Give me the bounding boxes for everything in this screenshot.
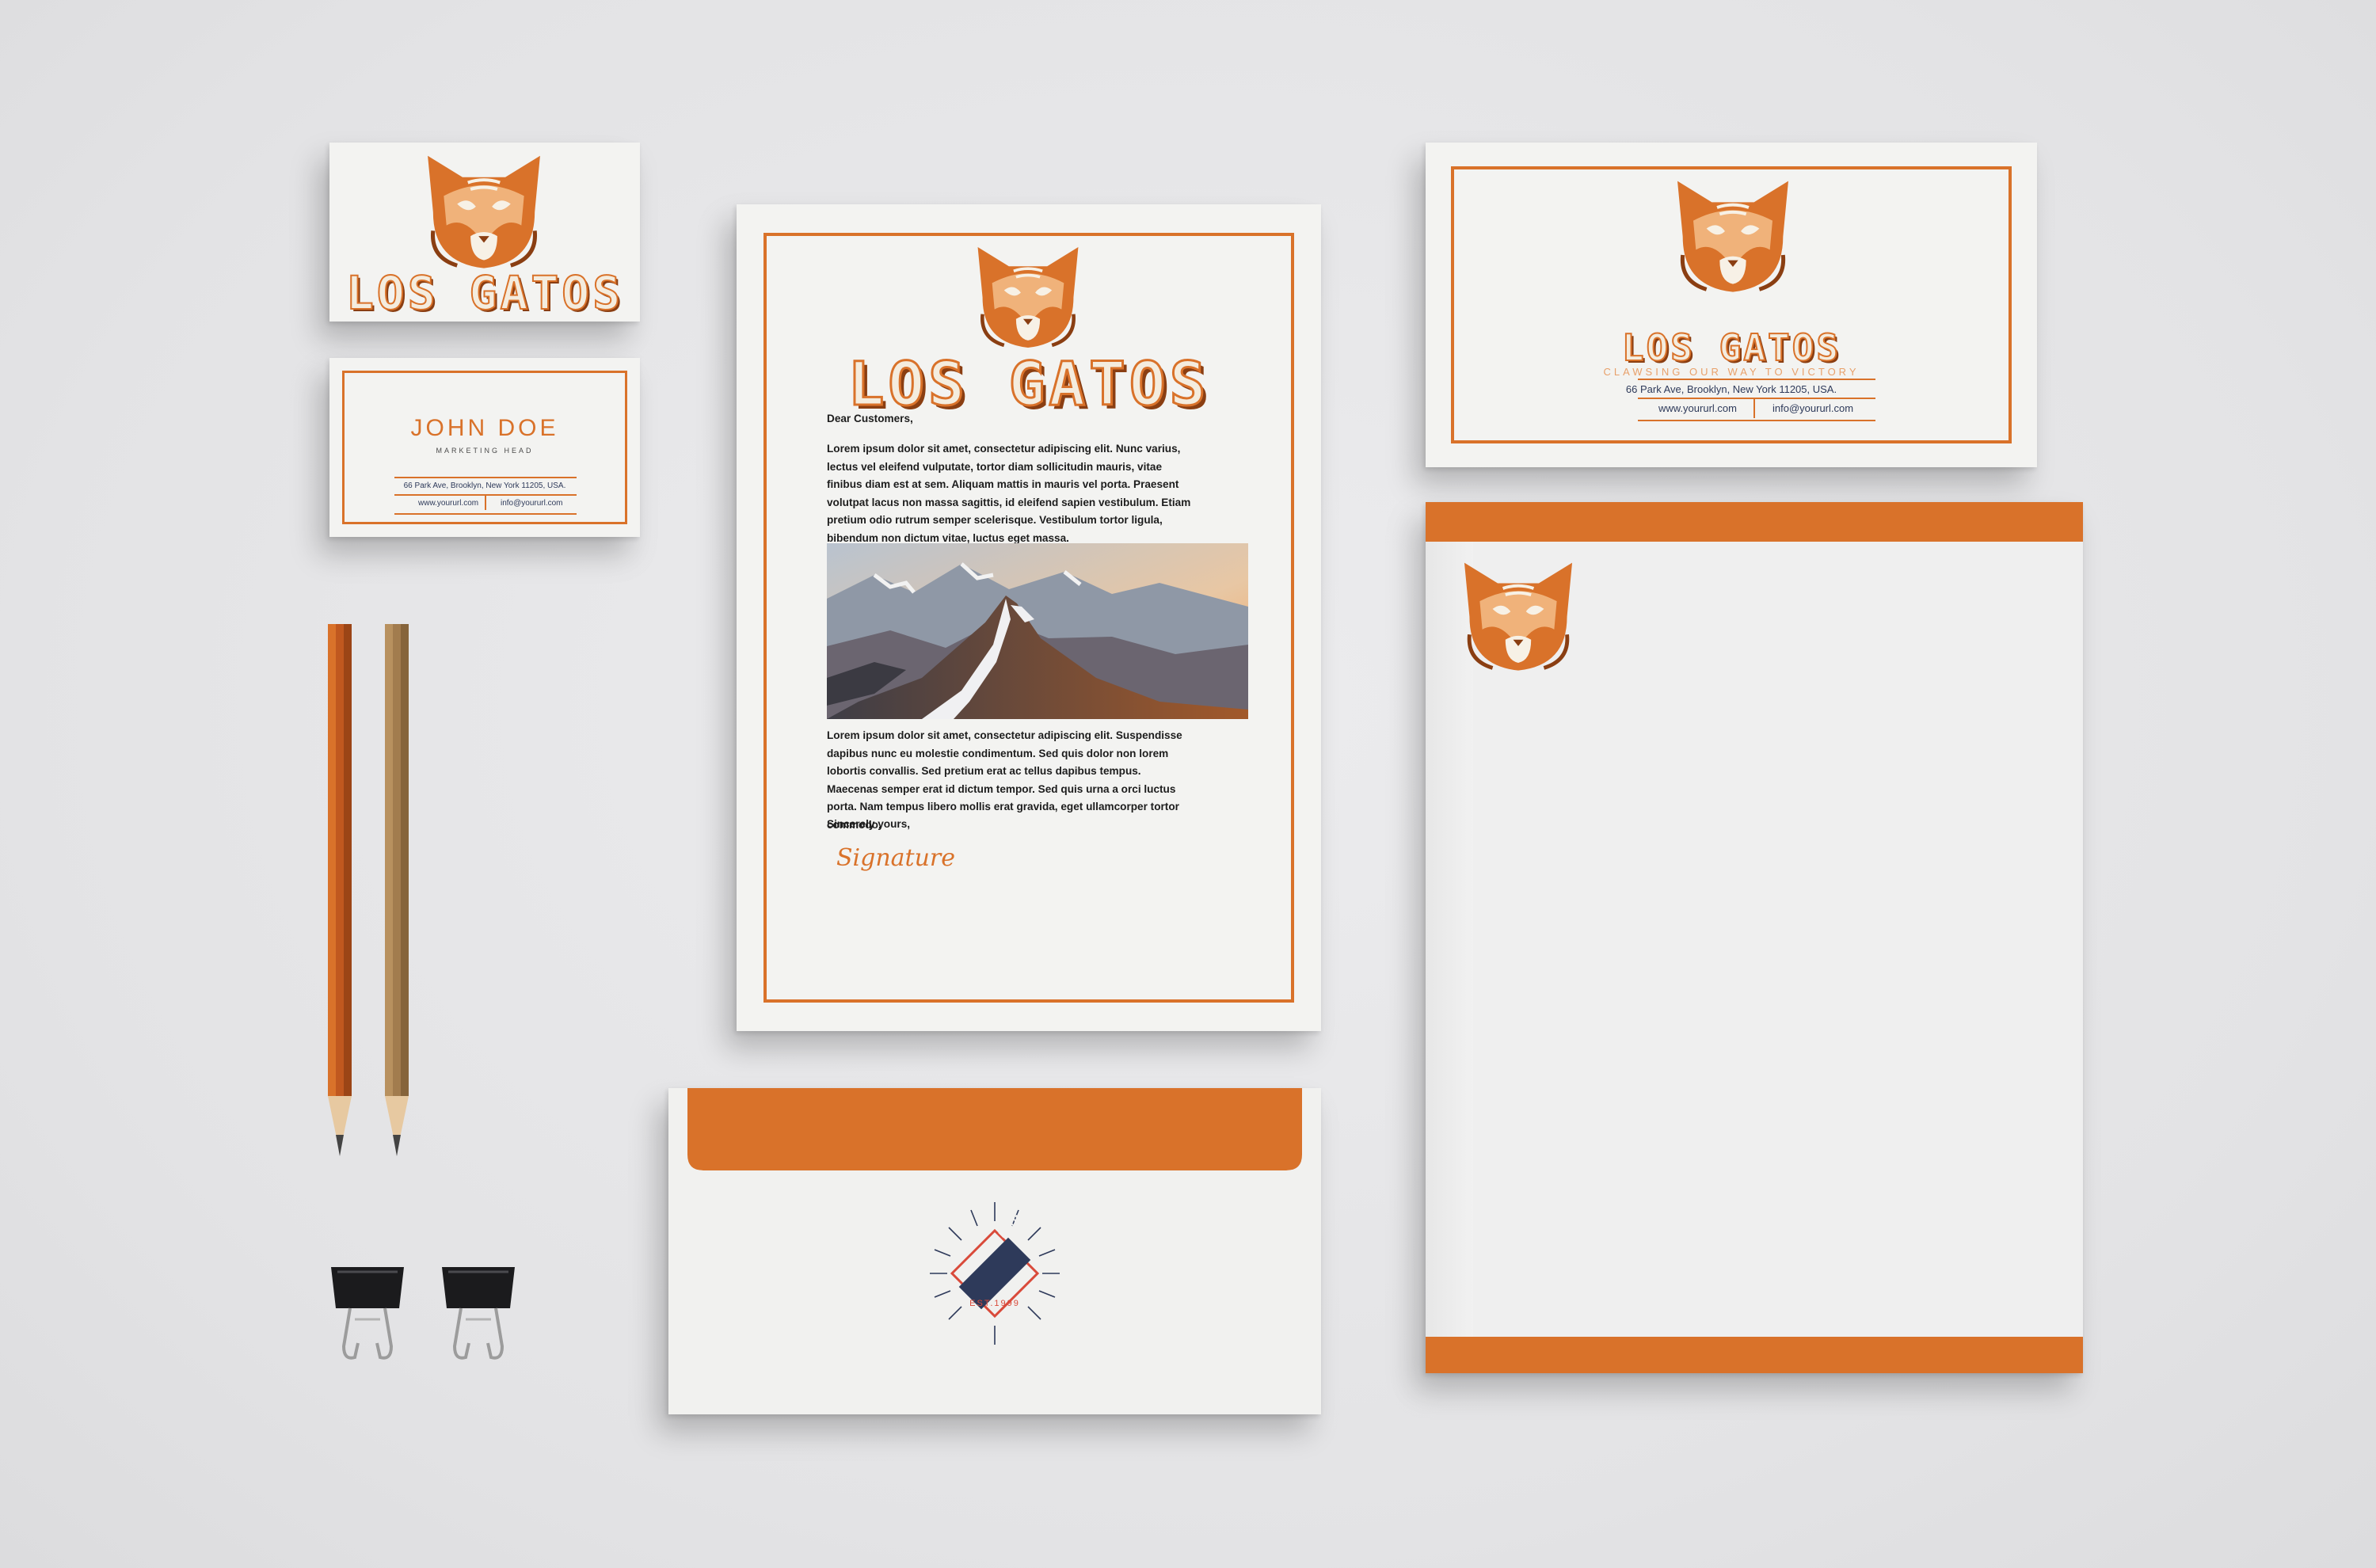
- card-person-name: JOHN DOE: [410, 415, 559, 441]
- cat-logo-icon: [1464, 562, 1573, 671]
- card-address: 66 Park Ave, Brooklyn, New York 11205, U…: [403, 481, 566, 490]
- slip-divider: [1638, 379, 1875, 380]
- business-card-front: LOS GATOS: [329, 143, 640, 322]
- brand-tagline: CLAWSING OUR WAY TO VICTORY: [1603, 366, 1860, 378]
- card-website: www.yoururl.com: [418, 499, 479, 508]
- presentation-folder: [1426, 502, 2083, 1373]
- card-person-title: MARKETING HEAD: [436, 447, 534, 455]
- letter-closing: Sincerely yours,: [827, 818, 911, 830]
- mountain-photo: [827, 543, 1248, 719]
- pencil-icon: [385, 624, 409, 1156]
- letterhead: LOS GATOS Dear Customers, Lorem ipsum do…: [737, 204, 1321, 1031]
- business-card-back: JOHN DOE MARKETING HEAD 66 Park Ave, Bro…: [329, 358, 640, 537]
- folder-bottom-band: [1426, 1337, 2083, 1373]
- stationery-mockup: LOS GATOS JOHN DOE MARKETING HEAD 66 Par…: [0, 0, 2376, 1568]
- envelope-flap: [668, 1088, 1321, 1170]
- slip-website: www.yoururl.com: [1658, 402, 1737, 414]
- slip-email: info@yoururl.com: [1772, 402, 1854, 414]
- envelope: [668, 1088, 1321, 1414]
- cat-logo-icon: [1677, 181, 1788, 292]
- pencil-icon: [328, 624, 352, 1156]
- letter-paragraph-1: Lorem ipsum dolor sit amet, consectetur …: [827, 443, 1191, 544]
- folder-top-band: [1426, 502, 2083, 542]
- envelope-established: EST.1999: [969, 1299, 1020, 1308]
- compliment-slip: LOS GATOS CLAWSING OUR WAY TO VICTORY 66…: [1426, 143, 2037, 467]
- letter-signature: Signature: [836, 844, 956, 872]
- card-divider: [394, 513, 577, 515]
- card-email: info@yoururl.com: [501, 499, 563, 508]
- cat-logo-icon: [977, 247, 1079, 348]
- slip-divider: [1638, 420, 1875, 421]
- binder-clip-icon: [331, 1267, 404, 1360]
- card-divider: [394, 477, 577, 478]
- slip-address: 66 Park Ave, Brooklyn, New York 11205, U…: [1625, 383, 1837, 395]
- letter-greeting: Dear Customers,: [827, 413, 913, 424]
- card-separator: [485, 496, 486, 510]
- lorem-ipsum-badge: [930, 1202, 1060, 1345]
- brand-wordmark: LOS GATOS: [345, 265, 624, 321]
- binder-clip-icon: [442, 1267, 515, 1360]
- cat-logo-icon: [428, 155, 540, 268]
- brand-wordmark: LOS GATOS: [847, 348, 1210, 421]
- brand-wordmark: LOS GATOS: [1621, 325, 1841, 370]
- slip-divider: [1638, 398, 1875, 399]
- slip-separator: [1753, 399, 1755, 418]
